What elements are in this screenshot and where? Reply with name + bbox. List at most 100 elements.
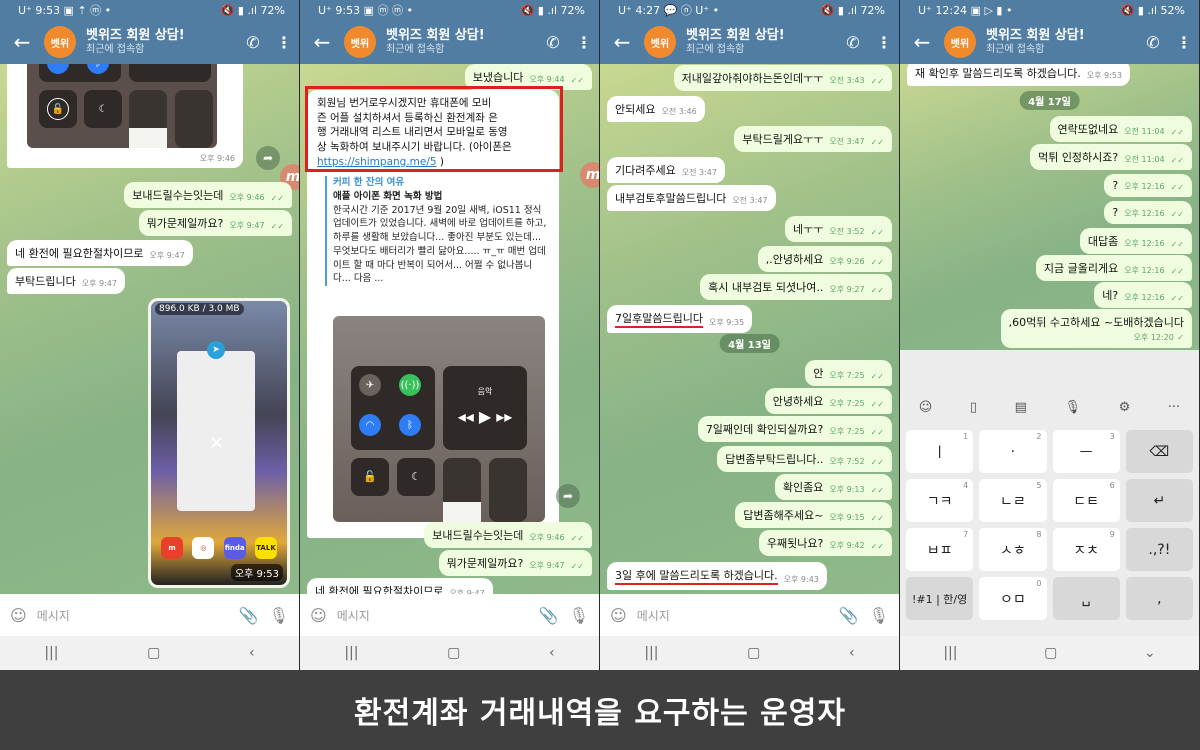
- symbol-language-key[interactable]: !#1 | 한/영: [906, 577, 974, 620]
- more-menu-icon[interactable]: ⋮: [869, 33, 899, 52]
- key-2[interactable]: · 2: [979, 430, 1047, 473]
- recorded-time: 오후 9:53: [230, 564, 283, 581]
- message-bubble: 네? 오후 12:16 ✓✓: [1094, 282, 1192, 308]
- message-input[interactable]: 메시지: [637, 607, 829, 624]
- home-icon[interactable]: ▢: [747, 645, 760, 661]
- message-input[interactable]: 메시지: [337, 607, 529, 624]
- chat-area[interactable]: 저내일갚아줘야하는돈인데ㅜㅜ 오전 3:43 ✓✓ 안되세요 오전 3:46 부탁드릴…: [600, 64, 899, 594]
- back-arrow-icon[interactable]: ←: [0, 30, 44, 54]
- home-icon[interactable]: ▢: [447, 645, 460, 661]
- highlighted-message: 3일 후에 말씀드리도록 하겠습니다. 오후 9:43: [607, 562, 827, 590]
- chat-status: 최근에 접속함: [686, 43, 745, 55]
- recents-icon[interactable]: |||: [344, 645, 358, 661]
- key-4[interactable]: ㄱㅋ 4: [906, 479, 974, 522]
- settings-icon[interactable]: ⚙: [1119, 400, 1131, 415]
- chat-header: ← 벳위 벳위즈 회원 상담! 최근에 접속함 ✆ ⋮: [300, 20, 599, 64]
- punctuation-key[interactable]: .,?!: [1125, 528, 1193, 571]
- key-0[interactable]: ㅇㅁ 0: [979, 577, 1047, 620]
- message-time: 오후 9:46: [199, 154, 235, 163]
- double-check-icon: ✓✓: [870, 228, 884, 237]
- home-icon[interactable]: ▢: [147, 645, 160, 661]
- avatar[interactable]: 벳위: [344, 26, 376, 58]
- back-icon[interactable]: ‹: [249, 645, 255, 661]
- battery-level: 72%: [860, 3, 885, 17]
- message-input-bar: ☺ 메시지 📎 🎙: [0, 594, 299, 636]
- phone-icon[interactable]: ✆: [237, 33, 269, 52]
- chat-area[interactable]: 보냈습니다 오후 9:44 ✓✓ 회원님 번거로우시겠지만 휴대폰에 모비 즌 어플…: [300, 64, 599, 594]
- back-arrow-icon[interactable]: ←: [600, 30, 644, 54]
- message-input[interactable]: 메시지: [37, 607, 229, 624]
- avatar[interactable]: 벳위: [644, 26, 676, 58]
- image-message[interactable]: ◠ ᛒ 🔓 ☾ 오후 9:46: [7, 64, 243, 168]
- avatar[interactable]: 벳위: [944, 26, 976, 58]
- forward-icon[interactable]: ➦: [556, 484, 580, 508]
- emoji-icon[interactable]: ☺: [310, 606, 327, 625]
- forward-icon[interactable]: ➦: [256, 146, 280, 170]
- more-icon[interactable]: ···: [1168, 400, 1180, 415]
- key-3[interactable]: ㅡ3: [1052, 430, 1120, 473]
- recents-icon[interactable]: |||: [644, 645, 658, 661]
- phone-icon[interactable]: ✆: [1137, 33, 1169, 52]
- microphone-icon[interactable]: 🎙: [869, 606, 889, 625]
- rotation-lock-icon: 🔓: [47, 98, 69, 120]
- clipboard-icon[interactable]: ▯: [970, 400, 977, 415]
- phone-icon[interactable]: ✆: [837, 33, 869, 52]
- notes-icon[interactable]: ▤: [1015, 400, 1027, 415]
- key-7[interactable]: ㅂㅍ 7: [906, 528, 974, 571]
- system-nav-bar: ||| ▢ ‹: [0, 636, 299, 670]
- double-check-icon: ✓✓: [1170, 267, 1184, 276]
- attach-icon[interactable]: 📎: [539, 606, 559, 625]
- hide-keyboard-icon[interactable]: ⌄: [1144, 645, 1156, 661]
- message-bubble: 답변좀부탁드립니다.. 오후 7:52 ✓✓: [717, 446, 892, 472]
- comma-key[interactable]: ,: [1125, 577, 1193, 620]
- emoji-icon[interactable]: ☺: [610, 606, 627, 625]
- close-icon[interactable]: ✕: [209, 433, 224, 454]
- attach-icon[interactable]: 📎: [839, 606, 859, 625]
- emoji-icon[interactable]: ☺: [10, 606, 27, 625]
- double-check-icon: ✓✓: [870, 400, 884, 409]
- back-arrow-icon[interactable]: ←: [300, 30, 344, 54]
- voice-input-icon[interactable]: 🎙: [1064, 400, 1081, 415]
- message-bubble: 부탁드립니다 오후 9:47: [7, 268, 125, 294]
- key-9[interactable]: ㅈㅊ 9: [1052, 528, 1120, 571]
- recent-apps-screenshot[interactable]: 896.0 KB / 3.0 MB ➤ ✕ m ◎ finda TALK 오후 …: [148, 298, 290, 588]
- recents-icon[interactable]: |||: [44, 645, 58, 661]
- enter-key[interactable]: ↵: [1125, 479, 1193, 522]
- highlight-box: [305, 86, 563, 172]
- attach-icon[interactable]: 📎: [239, 606, 259, 625]
- back-arrow-icon[interactable]: ←: [900, 30, 944, 54]
- screenshot-panel-2: U⁺ 9:53 ▣ ⓜ ⓜ • 🔇 ▮ .ıl 72% ← 벳위 벳위즈 회원 …: [300, 0, 600, 670]
- key-5[interactable]: ㄴㄹ 5: [979, 479, 1047, 522]
- backspace-key[interactable]: ⌫: [1125, 430, 1193, 473]
- phone-icon[interactable]: ✆: [537, 33, 569, 52]
- microphone-icon[interactable]: 🎙: [569, 606, 589, 625]
- mobizen-app-icon: m: [161, 537, 183, 559]
- preview-description: 한국시간 기준 2017년 9월 20일 새벽, iOS11 정식 업데이트가 …: [333, 204, 547, 285]
- key-1[interactable]: ㅣ1: [906, 430, 974, 473]
- message-bubble: 네 환전에 필요한절차이므로 오후 9:47: [307, 578, 493, 594]
- message-bubble: 재 확인후 말씀드리도록 하겠습니다. 오후 9:53: [907, 64, 1131, 86]
- space-key[interactable]: ␣: [1052, 577, 1120, 620]
- double-check-icon: ✓✓: [570, 534, 584, 543]
- screenshot-panel-1: U⁺ 9:53 ▣ ⇡ ⓜ • 🔇 ▮ .ıl 72% ← 벳위 벳위즈 회원 …: [0, 0, 300, 670]
- check-icon: ✓: [1177, 333, 1184, 342]
- status-bar: U⁺ 9:53 ▣ ⇡ ⓜ • 🔇 ▮ .ıl 72%: [0, 0, 299, 20]
- chat-area[interactable]: 재 확인후 말씀드리도록 하겠습니다. 오후 9:53 4월 17일 연락또없네요…: [900, 64, 1199, 350]
- home-icon[interactable]: ▢: [1044, 645, 1057, 661]
- link-preview[interactable]: 커피 한 잔의 여유 애플 아이폰 화면 녹화 방법 한국시간 기준 2017년…: [325, 176, 549, 287]
- avatar[interactable]: 벳위: [44, 26, 76, 58]
- music-tile: 음악 ◂◂ ▶ ▸▸: [443, 366, 527, 450]
- chat-header: ← 벳위 벳위즈 회원 상담! 최근에 접속함 ✆ ⋮: [0, 20, 299, 64]
- battery-level: 72%: [560, 3, 585, 17]
- more-menu-icon[interactable]: ⋮: [569, 33, 599, 52]
- recents-icon[interactable]: |||: [943, 645, 957, 661]
- emoji-icon[interactable]: ☺: [919, 400, 933, 415]
- music-tile: [129, 64, 211, 82]
- key-8[interactable]: ㅅㅎ 8: [979, 528, 1047, 571]
- microphone-icon[interactable]: 🎙: [269, 606, 289, 625]
- back-icon[interactable]: ‹: [849, 645, 855, 661]
- back-icon[interactable]: ‹: [549, 645, 555, 661]
- more-menu-icon[interactable]: ⋮: [1169, 33, 1199, 52]
- more-menu-icon[interactable]: ⋮: [269, 33, 299, 52]
- key-6[interactable]: ㄷㅌ 6: [1052, 479, 1120, 522]
